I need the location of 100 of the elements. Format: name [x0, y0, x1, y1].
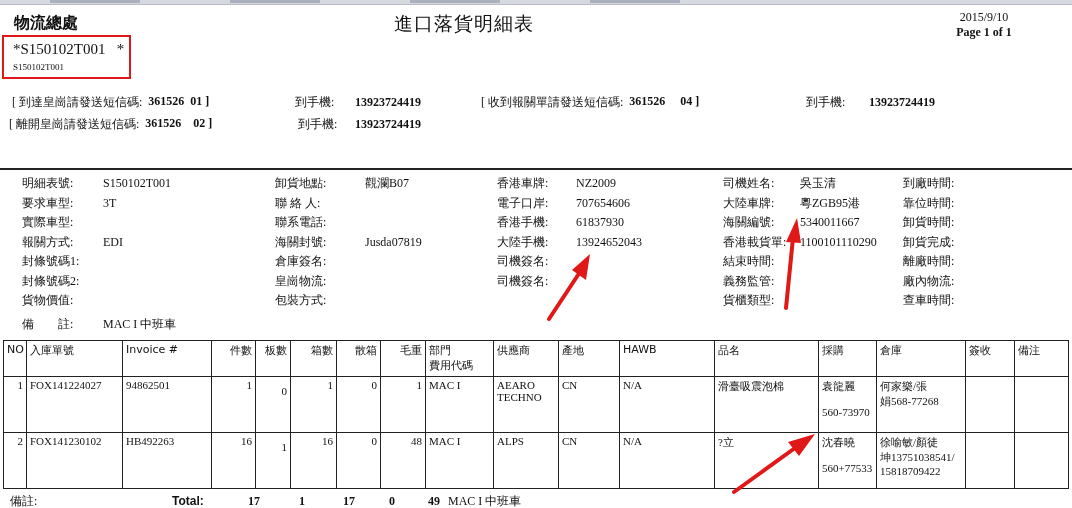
table-cell: 滑臺吸震泡棉	[714, 376, 819, 433]
field-label: 聯 絡 人:	[275, 194, 322, 212]
barcode-caption: S150102T001	[13, 62, 65, 72]
phone-label: 到手機:	[294, 93, 336, 111]
table-cell: 0	[336, 432, 381, 489]
column-header: 部門	[429, 343, 451, 358]
table-cell: 16	[290, 432, 337, 489]
field-label: 義務監管:	[723, 272, 776, 290]
sms-code: 361526 04 ]	[629, 93, 700, 110]
phone-number: 13923724419	[355, 94, 422, 110]
table-cell: 16	[211, 432, 256, 489]
total-value: 1	[298, 493, 305, 508]
barcode-text: *S150102T001 *	[13, 41, 126, 58]
field-label: 要求車型:	[22, 194, 75, 212]
column-header: HAWB	[619, 340, 715, 377]
phone-number: 13923724419	[355, 116, 422, 132]
total-value: 17	[342, 493, 355, 508]
field-label: 海關封號:	[275, 233, 328, 251]
table-cell: 1	[211, 376, 256, 433]
table-cell: 94862501	[122, 376, 212, 433]
field-value: Jusda07819	[365, 234, 422, 250]
field-label: 封條號碼1:	[22, 253, 81, 271]
field-label: 聯系電話:	[275, 214, 328, 232]
table-cell: CN	[558, 376, 620, 433]
field-label: 司機姓名:	[723, 175, 776, 193]
total-label: Total:	[172, 494, 205, 508]
field-label: 卸貨時間:	[903, 214, 956, 232]
field-label: 備 註:	[22, 315, 75, 333]
table-cell: HB492263	[122, 432, 212, 489]
field-value: 5340011667	[800, 215, 860, 231]
field-label: 司機簽名:	[497, 272, 550, 290]
field-label: 卸貨地點:	[275, 175, 328, 193]
remarks-label: 備註:	[10, 492, 39, 508]
company-name: 物流總處	[14, 13, 79, 33]
field-label: 實際車型:	[22, 214, 75, 232]
table-cell: 袁龍麗 560-73970	[818, 376, 877, 433]
table-cell: 1	[3, 376, 27, 433]
sms-code: 361526 01 ]	[148, 93, 210, 110]
column-header: 箱數	[290, 340, 337, 377]
field-value: 3T	[103, 195, 117, 211]
table-cell: ALPS	[493, 432, 559, 489]
field-label: 皇崗物流:	[275, 272, 328, 290]
report-date: 2015/9/10	[959, 10, 1009, 25]
cell-text: 娟568-77268	[880, 394, 939, 409]
table-cell: 48	[380, 432, 426, 489]
cell-text: 何家樂/張	[880, 379, 928, 394]
field-label: 大陸手機:	[497, 233, 550, 251]
table-cell: 2	[3, 432, 27, 489]
column-header: 產地	[558, 340, 620, 377]
table-cell: 0	[255, 376, 291, 433]
field-value: NZ2009	[576, 176, 616, 192]
table-cell: N/A	[619, 432, 715, 489]
field-label: 廠內物流:	[903, 272, 956, 290]
column-header: 倉庫	[876, 340, 966, 377]
table-cell: 1	[255, 432, 291, 489]
sms-label: [ 收到報關單請發送短信碼:	[481, 93, 624, 111]
table-cell: N/A	[619, 376, 715, 433]
total-value: 49	[427, 493, 440, 508]
table-cell: FOX141224027	[26, 376, 123, 433]
column-header: 入庫單號	[26, 340, 123, 377]
column-header: 費用代碼	[429, 358, 473, 373]
field-label: 貨櫃類型:	[723, 292, 776, 310]
table-cell: 沈春曉 560+77533	[818, 432, 877, 489]
page-number: Page 1 of 1	[956, 25, 1012, 40]
table-cell: FOX141230102	[26, 432, 123, 489]
column-header: 備注	[1014, 340, 1069, 377]
total-value: 0	[388, 493, 395, 508]
field-label: 海關編號:	[723, 214, 776, 232]
field-value: 13924652043	[576, 234, 642, 250]
field-value: EDI	[103, 234, 123, 250]
field-label: 倉庫簽名:	[275, 253, 328, 271]
column-header: 簽收	[965, 340, 1015, 377]
table-cell: 1	[290, 376, 337, 433]
table-cell: MAC I	[425, 432, 494, 489]
total-note: MAC I 中班車	[448, 492, 522, 508]
field-label: 包裝方式:	[275, 292, 328, 310]
field-label: 香港手機:	[497, 214, 550, 232]
report-title: 進口落貨明細表	[394, 12, 535, 36]
field-value: 1100101110290	[800, 234, 877, 250]
field-label: 結束時間:	[723, 253, 776, 271]
sms-code: 361526 02 ]	[145, 115, 213, 132]
annotation-arrow	[547, 254, 590, 321]
column-header: 採購	[818, 340, 877, 377]
field-value: 吳玉清	[800, 175, 836, 193]
column-header: Invoice #	[122, 340, 212, 377]
field-label: 到廠時間:	[903, 175, 956, 193]
phone-label: 到手機:	[806, 93, 847, 111]
field-label: 報關方式:	[22, 233, 75, 251]
column-header: 品名	[714, 340, 819, 377]
column-header: 供應商	[493, 340, 559, 377]
field-label: 離廠時間:	[903, 253, 956, 271]
field-label: 香港載貨單:	[723, 233, 788, 251]
phone-number: 13923724419	[869, 94, 936, 110]
field-label: 大陸車牌:	[723, 194, 776, 212]
column-header: NO	[3, 340, 27, 377]
column-header: 毛重	[380, 340, 426, 377]
field-label: 明細表號:	[22, 175, 75, 193]
column-header: 件數	[211, 340, 256, 377]
sms-label: [ 離開皇崗請發送短信碼:	[9, 115, 140, 133]
field-label: 香港車牌:	[497, 175, 550, 193]
